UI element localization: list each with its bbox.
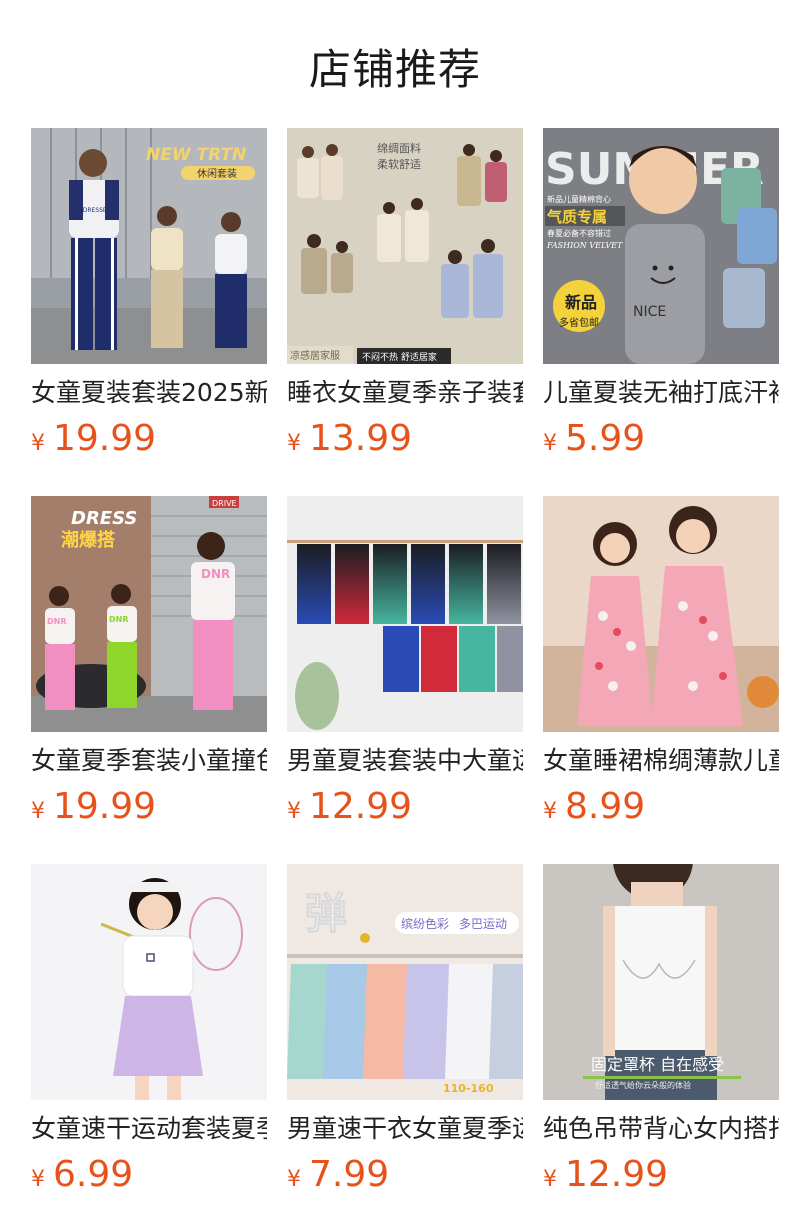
product-photo-girls-quickdry-set xyxy=(31,864,267,1100)
product-photo-boys-gradient-sportswear xyxy=(287,496,523,732)
product-image[interactable] xyxy=(543,496,779,732)
svg-text:不闷不热 舒适居家: 不闷不热 舒适居家 xyxy=(362,351,437,363)
product-name[interactable]: 男童夏装套装中大童运动 xyxy=(287,745,523,777)
svg-text:110-160: 110-160 xyxy=(443,1082,494,1095)
product-price: ¥ 13.99 xyxy=(287,419,523,459)
svg-text:弹: 弹 xyxy=(305,889,347,938)
product-image[interactable]: 固定罩杯 自在感受 舒适透气给你云朵般的体验 xyxy=(543,864,779,1100)
product-name[interactable]: 女童速干运动套装夏季 xyxy=(31,1113,267,1145)
product-photo-boys-tank-top: SUMMER NICE 新品儿童精棉背心 气质专属 春夏 xyxy=(543,128,779,364)
currency-symbol: ¥ xyxy=(287,799,301,824)
product-image[interactable]: NEW TRTN 休闲套装 ADDRESSEDER xyxy=(31,128,267,364)
product-price: ¥ 7.99 xyxy=(287,1155,523,1195)
svg-text:DRIVE: DRIVE xyxy=(212,499,237,508)
product-photo-family-pajamas: 绵绸面料 柔软舒适 凉感居家服 不闷不热 舒适居家 xyxy=(287,128,523,364)
svg-text:多巴运动: 多巴运动 xyxy=(459,917,507,931)
currency-symbol: ¥ xyxy=(543,1167,557,1192)
product-image[interactable]: 弹 缤纷色彩 多巴运动 110-160 xyxy=(287,864,523,1100)
product-name[interactable]: 女童夏装套装2025新款 xyxy=(31,377,267,409)
svg-text:缤纷色彩: 缤纷色彩 xyxy=(401,916,449,931)
svg-text:春夏必备不容错过: 春夏必备不容错过 xyxy=(547,228,611,238)
product-card[interactable]: SUMMER NICE 新品儿童精棉背心 气质专属 春夏 xyxy=(543,128,779,470)
product-name[interactable]: 女童睡裙棉绸薄款儿童 xyxy=(543,745,779,777)
product-name[interactable]: 男童速干衣女童夏季运动 xyxy=(287,1113,523,1145)
product-name[interactable]: 女童夏季套装小童撞色 xyxy=(31,745,267,777)
product-card[interactable]: 弹 缤纷色彩 多巴运动 110-160 男童速干衣女童夏季运动 ¥ 7.99 xyxy=(287,864,523,1206)
currency-symbol: ¥ xyxy=(543,799,557,824)
product-photo-quickdry-tshirts: 弹 缤纷色彩 多巴运动 110-160 xyxy=(287,864,523,1100)
svg-text:FASHION VELVET: FASHION VELVET xyxy=(546,241,623,250)
product-price: ¥ 19.99 xyxy=(31,419,267,459)
price-amount: 5.99 xyxy=(565,418,646,459)
product-image[interactable] xyxy=(31,864,267,1100)
svg-text:DNR: DNR xyxy=(109,615,129,624)
product-price: ¥ 12.99 xyxy=(287,787,523,827)
product-photo-girls-nightdress xyxy=(543,496,779,732)
price-amount: 13.99 xyxy=(309,418,413,459)
product-card[interactable]: 女童速干运动套装夏季 ¥ 6.99 xyxy=(31,864,267,1206)
price-amount: 12.99 xyxy=(309,786,413,827)
product-price: ¥ 5.99 xyxy=(543,419,779,459)
svg-text:绵绸面料: 绵绸面料 xyxy=(377,141,421,155)
product-name[interactable]: 纯色吊带背心女内搭打底 xyxy=(543,1113,779,1145)
product-card[interactable]: DRESS 潮爆搭 DRIVE DNR DNR DNR 女童夏季套装小童撞色 ¥… xyxy=(31,496,267,838)
svg-text:潮爆搭: 潮爆搭 xyxy=(61,529,115,551)
currency-symbol: ¥ xyxy=(31,1167,45,1192)
svg-text:休闲套装: 休闲套装 xyxy=(197,167,237,180)
svg-text:新品: 新品 xyxy=(565,293,597,312)
product-name[interactable]: 睡衣女童夏季亲子装套装 xyxy=(287,377,523,409)
svg-text:气质专属: 气质专属 xyxy=(546,208,607,226)
price-amount: 6.99 xyxy=(53,1154,134,1195)
product-photo-girls-sportswear: NEW TRTN 休闲套装 ADDRESSEDER xyxy=(31,128,267,364)
product-price: ¥ 6.99 xyxy=(31,1155,267,1195)
product-card[interactable]: NEW TRTN 休闲套装 ADDRESSEDER 女童夏装套装2025新款 ¥… xyxy=(31,128,267,470)
overlay-text: NEW TRTN xyxy=(146,145,246,165)
product-name[interactable]: 儿童夏装无袖打底汗衫 xyxy=(543,377,779,409)
product-price: ¥ 19.99 xyxy=(31,787,267,827)
price-amount: 19.99 xyxy=(53,786,157,827)
product-price: ¥ 12.99 xyxy=(543,1155,779,1195)
page-title: 店铺推荐 xyxy=(308,45,481,94)
svg-text:凉感居家服: 凉感居家服 xyxy=(290,349,340,362)
product-card[interactable]: 女童睡裙棉绸薄款儿童 ¥ 8.99 xyxy=(543,496,779,838)
svg-text:多省包邮: 多省包邮 xyxy=(559,316,599,329)
currency-symbol: ¥ xyxy=(287,1167,301,1192)
svg-text:ADDRESSEDER: ADDRESSEDER xyxy=(74,207,119,214)
product-photo-women-camisole: 固定罩杯 自在感受 舒适透气给你云朵般的体验 xyxy=(543,864,779,1100)
price-amount: 19.99 xyxy=(53,418,157,459)
product-card[interactable]: 固定罩杯 自在感受 舒适透气给你云朵般的体验 纯色吊带背心女内搭打底 ¥ 12.… xyxy=(543,864,779,1206)
product-photo-girls-colorblock-set: DRESS 潮爆搭 DRIVE DNR DNR DNR xyxy=(31,496,267,732)
svg-text:DNR: DNR xyxy=(201,567,230,581)
product-image[interactable]: SUMMER NICE 新品儿童精棉背心 气质专属 春夏 xyxy=(543,128,779,364)
svg-text:舒适透气给你云朵般的体验: 舒适透气给你云朵般的体验 xyxy=(595,1080,691,1090)
svg-text:固定罩杯 自在感受: 固定罩杯 自在感受 xyxy=(591,1055,724,1074)
product-grid: NEW TRTN 休闲套装 ADDRESSEDER 女童夏装套装2025新款 ¥… xyxy=(31,128,779,1206)
price-amount: 7.99 xyxy=(309,1154,390,1195)
product-image[interactable]: DRESS 潮爆搭 DRIVE DNR DNR DNR xyxy=(31,496,267,732)
svg-text:柔软舒适: 柔软舒适 xyxy=(377,157,421,171)
currency-symbol: ¥ xyxy=(287,431,301,456)
svg-text:新品儿童精棉背心: 新品儿童精棉背心 xyxy=(547,194,611,204)
currency-symbol: ¥ xyxy=(31,431,45,456)
product-image[interactable] xyxy=(287,496,523,732)
product-card[interactable]: 绵绸面料 柔软舒适 凉感居家服 不闷不热 舒适居家 睡衣女童夏季亲子装套装 ¥ … xyxy=(287,128,523,470)
currency-symbol: ¥ xyxy=(543,431,557,456)
product-card[interactable]: 男童夏装套装中大童运动 ¥ 12.99 xyxy=(287,496,523,838)
product-image[interactable]: 绵绸面料 柔软舒适 凉感居家服 不闷不热 舒适居家 xyxy=(287,128,523,364)
page: 店铺推荐 NEW TRTN 休闲套装 ADDRESSEDER 女童夏装套装202… xyxy=(0,0,790,1232)
price-amount: 8.99 xyxy=(565,786,646,827)
svg-text:NICE: NICE xyxy=(633,304,666,320)
currency-symbol: ¥ xyxy=(31,799,45,824)
price-amount: 12.99 xyxy=(565,1154,669,1195)
svg-text:DRESS: DRESS xyxy=(71,508,137,529)
svg-text:DNR: DNR xyxy=(47,617,67,626)
product-price: ¥ 8.99 xyxy=(543,787,779,827)
